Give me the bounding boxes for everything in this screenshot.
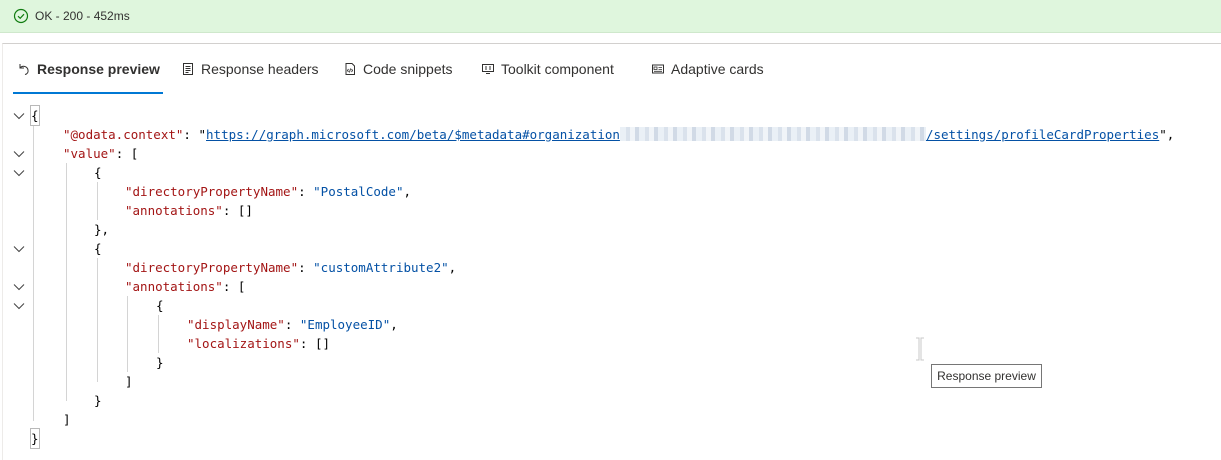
json-property-line: "displayName": "EmployeeID", — [187, 317, 398, 332]
chevron-down-icon[interactable] — [12, 106, 26, 125]
redacted-block — [619, 127, 926, 141]
undo-arrow-icon — [16, 61, 32, 77]
tab-toolkit-component[interactable]: Toolkit component — [480, 44, 614, 94]
chevron-down-icon[interactable] — [12, 163, 26, 182]
context-url-link[interactable]: https://graph.microsoft.com/beta/$metada… — [206, 127, 1159, 142]
json-viewer[interactable]: { "@odata.context": "https://graph.micro… — [3, 105, 1221, 460]
tab-response-headers[interactable]: Response headers — [180, 44, 319, 94]
indent-guide — [33, 125, 34, 421]
response-tabs: Response preview Response headers Code s… — [3, 44, 1221, 94]
document-icon — [180, 61, 196, 77]
json-brace: { — [156, 298, 164, 313]
tab-response-preview[interactable]: Response preview — [13, 44, 163, 94]
tab-label: Response headers — [201, 61, 319, 77]
indent-guide — [158, 315, 159, 353]
json-context-line: "@odata.context": "https://graph.microso… — [63, 127, 1175, 142]
json-key: "@odata.context" — [63, 127, 184, 142]
card-icon — [650, 61, 666, 77]
status-text: OK - 200 - 452ms — [35, 9, 130, 23]
indent-guide — [127, 296, 128, 372]
toolkit-icon — [480, 61, 496, 77]
json-brace: } — [156, 355, 164, 370]
json-property-line: "directoryPropertyName": "PostalCode", — [125, 184, 411, 199]
response-panel: Response preview Response headers Code s… — [2, 43, 1221, 460]
indent-guide — [66, 163, 67, 401]
json-close-brace: } — [30, 428, 40, 449]
indent-guide — [97, 182, 98, 220]
text-cursor-icon — [915, 337, 925, 361]
json-brace: { — [94, 165, 102, 180]
json-property-line: "annotations": [ — [125, 279, 246, 294]
indent-guide — [97, 258, 98, 382]
chevron-down-icon[interactable] — [12, 239, 26, 258]
tab-label: Response preview — [37, 61, 160, 77]
json-value-line: "value": [ — [63, 146, 139, 161]
json-open-brace: { — [30, 105, 40, 126]
tab-label: Toolkit component — [501, 61, 614, 77]
code-file-icon — [342, 61, 358, 77]
check-circle-icon — [13, 8, 29, 24]
json-property-line: "annotations": [] — [125, 203, 253, 218]
chevron-down-icon[interactable] — [12, 277, 26, 296]
tab-code-snippets[interactable]: Code snippets — [342, 44, 453, 94]
tab-adaptive-cards[interactable]: Adaptive cards — [650, 44, 764, 94]
json-bracket: ] — [63, 412, 71, 427]
json-brace: }, — [94, 222, 110, 237]
chevron-down-icon[interactable] — [12, 144, 26, 163]
json-bracket: ] — [125, 374, 133, 389]
status-bar: OK - 200 - 452ms — [0, 0, 1221, 33]
chevron-down-icon[interactable] — [12, 296, 26, 315]
json-brace: { — [94, 241, 102, 256]
tab-label: Adaptive cards — [671, 61, 764, 77]
tooltip: Response preview — [931, 364, 1042, 388]
json-brace: } — [94, 393, 102, 408]
tab-label: Code snippets — [363, 61, 453, 77]
json-property-line: "localizations": [] — [187, 336, 331, 351]
json-property-line: "directoryPropertyName": "customAttribut… — [125, 260, 457, 275]
